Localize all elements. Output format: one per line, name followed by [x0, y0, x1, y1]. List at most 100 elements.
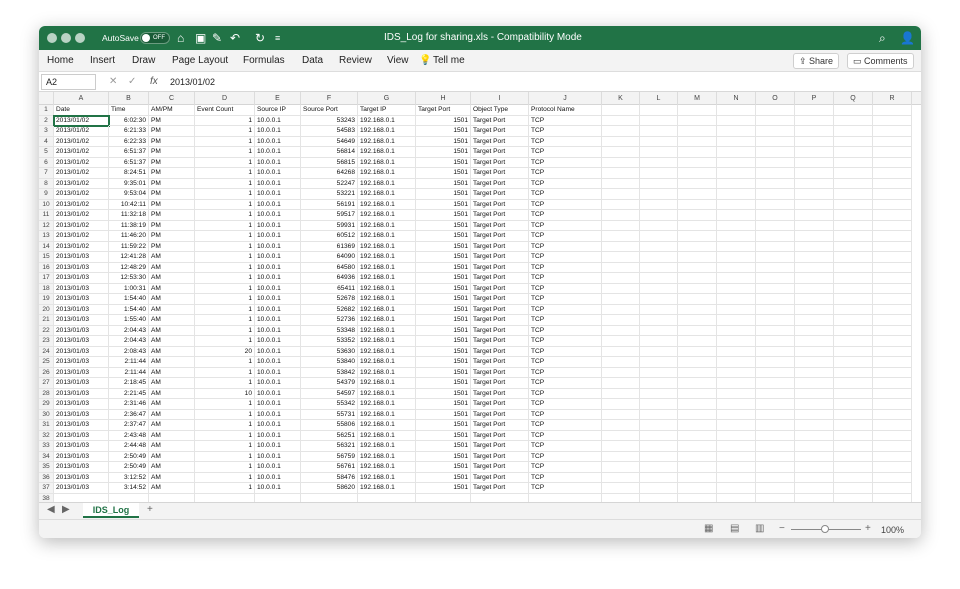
cancel-icon[interactable]: ✕: [109, 75, 117, 89]
cell[interactable]: 1501: [416, 472, 471, 483]
cell[interactable]: [756, 451, 795, 462]
cell[interactable]: 2:44:48: [109, 441, 149, 452]
cell[interactable]: [756, 493, 795, 502]
cell[interactable]: [834, 273, 873, 284]
cell[interactable]: Event Count: [195, 105, 255, 116]
cell[interactable]: 2013/01/02: [54, 189, 109, 200]
tab-view[interactable]: View: [387, 54, 409, 68]
cell[interactable]: 1501: [416, 336, 471, 347]
cell[interactable]: [678, 283, 717, 294]
cell[interactable]: [756, 294, 795, 305]
cell[interactable]: [873, 441, 912, 452]
cell[interactable]: Target Port: [471, 241, 529, 252]
cell[interactable]: 2013/01/03: [54, 315, 109, 326]
cell[interactable]: [717, 483, 756, 494]
column-header-j[interactable]: J: [529, 92, 602, 105]
cell[interactable]: 2013/01/03: [54, 420, 109, 431]
cell[interactable]: Target Port: [471, 178, 529, 189]
cell[interactable]: [678, 147, 717, 158]
cell[interactable]: 56814: [301, 147, 358, 158]
row-header[interactable]: 19: [39, 294, 54, 305]
cell[interactable]: 192.168.0.1: [358, 262, 416, 273]
cell[interactable]: [756, 283, 795, 294]
cell[interactable]: [756, 346, 795, 357]
cell[interactable]: [717, 304, 756, 315]
cell[interactable]: [834, 472, 873, 483]
cell[interactable]: [795, 367, 834, 378]
cell[interactable]: 60512: [301, 231, 358, 242]
cell[interactable]: 20: [195, 346, 255, 357]
cell[interactable]: [717, 210, 756, 221]
cell[interactable]: [834, 157, 873, 168]
cell[interactable]: TCP: [529, 168, 602, 179]
cell[interactable]: [873, 462, 912, 473]
cell[interactable]: [834, 420, 873, 431]
cell[interactable]: [717, 367, 756, 378]
row-header[interactable]: 13: [39, 231, 54, 242]
cell[interactable]: 2013/01/02: [54, 178, 109, 189]
cell[interactable]: [717, 315, 756, 326]
cell[interactable]: 1501: [416, 294, 471, 305]
cell[interactable]: 2:18:45: [109, 378, 149, 389]
cell[interactable]: 1: [195, 367, 255, 378]
row-header[interactable]: 31: [39, 420, 54, 431]
cell[interactable]: AM: [149, 409, 195, 420]
cell[interactable]: [717, 283, 756, 294]
cell[interactable]: TCP: [529, 273, 602, 284]
row-header[interactable]: 21: [39, 315, 54, 326]
cell[interactable]: 11:32:18: [109, 210, 149, 221]
cell[interactable]: 2:11:44: [109, 357, 149, 368]
cell[interactable]: [717, 441, 756, 452]
cell[interactable]: [640, 136, 678, 147]
cell[interactable]: [795, 357, 834, 368]
cell[interactable]: Target Port: [471, 273, 529, 284]
cell[interactable]: 1501: [416, 178, 471, 189]
cell[interactable]: [678, 168, 717, 179]
cell[interactable]: PM: [149, 189, 195, 200]
cell[interactable]: [717, 252, 756, 263]
cell[interactable]: 65411: [301, 283, 358, 294]
cell[interactable]: [602, 262, 640, 273]
cell[interactable]: 56321: [301, 441, 358, 452]
cell[interactable]: AM: [149, 451, 195, 462]
cell[interactable]: [602, 199, 640, 210]
cell[interactable]: [678, 378, 717, 389]
autosave-toggle[interactable]: OFF: [140, 32, 170, 44]
cell[interactable]: [873, 273, 912, 284]
cell[interactable]: 54649: [301, 136, 358, 147]
share-button[interactable]: ⇪ Share: [793, 53, 840, 69]
cell[interactable]: [717, 231, 756, 242]
cell[interactable]: [602, 388, 640, 399]
cell[interactable]: 1: [195, 462, 255, 473]
cell[interactable]: [678, 493, 717, 502]
cell[interactable]: 1501: [416, 409, 471, 420]
cell[interactable]: [678, 178, 717, 189]
cell[interactable]: [834, 388, 873, 399]
column-header-e[interactable]: E: [255, 92, 301, 105]
cell[interactable]: 64268: [301, 168, 358, 179]
cell[interactable]: [717, 430, 756, 441]
cell[interactable]: [640, 483, 678, 494]
cell[interactable]: [678, 210, 717, 221]
cell[interactable]: [717, 126, 756, 137]
cell[interactable]: 1501: [416, 430, 471, 441]
cell[interactable]: [795, 283, 834, 294]
cell[interactable]: 2013/01/03: [54, 346, 109, 357]
cell[interactable]: [873, 420, 912, 431]
cell[interactable]: 2013/01/02: [54, 231, 109, 242]
row-header[interactable]: 22: [39, 325, 54, 336]
cell[interactable]: 59517: [301, 210, 358, 221]
cell[interactable]: [640, 409, 678, 420]
cell[interactable]: [717, 336, 756, 347]
cell[interactable]: [834, 231, 873, 242]
cell[interactable]: Target Port: [471, 168, 529, 179]
cell[interactable]: 3:14:52: [109, 483, 149, 494]
cell[interactable]: 1501: [416, 483, 471, 494]
cell[interactable]: [640, 262, 678, 273]
cell[interactable]: [602, 231, 640, 242]
cell[interactable]: [834, 241, 873, 252]
cell[interactable]: [756, 210, 795, 221]
cell[interactable]: [756, 147, 795, 158]
tab-draw[interactable]: Draw: [132, 54, 155, 68]
cell[interactable]: [602, 304, 640, 315]
